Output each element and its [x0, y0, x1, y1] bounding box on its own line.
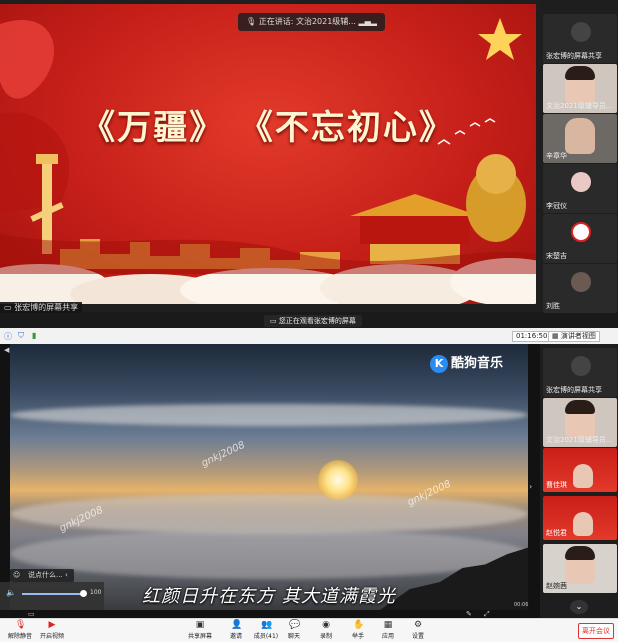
no-entry-avatar [571, 222, 591, 242]
screen-icon: ▭ [270, 317, 279, 325]
video-button[interactable]: ▶ 开启视频 [32, 620, 72, 640]
camera-off-icon: ▶ [48, 620, 56, 630]
viewing-notice-text: 您正在观看张宏博的屏幕 [278, 317, 356, 325]
participant-video [573, 464, 593, 488]
microphone-icon: 🎙 [246, 17, 259, 26]
cloud-layer [10, 529, 528, 579]
shield-icon[interactable]: ⛉ [18, 331, 24, 341]
person-add-icon: 👤 [231, 620, 243, 630]
participant-tile[interactable]: 文治2021级辅导员... [543, 398, 617, 447]
avatar [571, 272, 591, 292]
lyrics-line: 红颜日升在东方 其大道满霞光 [142, 586, 396, 607]
apps-icon: ▦ [383, 620, 393, 630]
gear-icon: ⚙ [413, 620, 423, 630]
avatar [571, 22, 591, 42]
participant-tile[interactable]: 辛章华 [543, 114, 617, 163]
mute-button-label: 解除静音 [7, 633, 32, 640]
comment-input[interactable]: ☺ 说点什么... ‹ [10, 569, 74, 582]
participant-video [573, 512, 593, 536]
kugou-brand: K 酷狗音乐 [430, 352, 503, 374]
speaker-indicator: 🎙 正在讲话: 文治2021级辅... ▂▄▂ [238, 13, 385, 31]
leave-meeting-button[interactable]: 离开会议 [578, 623, 614, 639]
chevron-left-icon: ‹ [65, 571, 68, 579]
participant-list-bottom: 张宏博的屏幕共享 文治2021级辅导员... 曹佳琪 赵悦君 赵婉茜 ⌄ [540, 344, 618, 618]
record-icon: ◉ [322, 620, 330, 630]
video-time: 00:06 [514, 602, 529, 608]
microphone-muted-icon: 🎙 [15, 620, 27, 630]
kugou-logo-icon: K [430, 354, 448, 373]
raise-hand-button-label: 举手 [351, 633, 364, 640]
comment-placeholder: 说点什么... [28, 571, 63, 579]
participant-name: 宋楚吉 [546, 252, 567, 260]
view-mode-label: 演讲者视图 [560, 332, 596, 340]
participant-tile[interactable]: 赵婉茜 [543, 544, 617, 593]
signal-icon: ▮ [32, 331, 37, 340]
grid-icon: ▦ [552, 332, 561, 340]
participant-tile[interactable]: 李冠仪 [543, 164, 617, 213]
avatar [571, 356, 591, 376]
monitor-icon: ▭ [4, 303, 15, 312]
participant-tile[interactable]: 赵悦君 [543, 496, 617, 540]
participant-video-hair [565, 66, 595, 80]
participant-name: 曹佳琪 [546, 481, 567, 489]
participant-tile[interactable]: 曹佳琪 [543, 448, 617, 492]
participant-name: 赵婉茜 [546, 582, 567, 590]
invite-button-label: 邀请 [229, 633, 242, 640]
edit-icon[interactable]: ✎ [466, 610, 472, 618]
participant-name: 刘胜 [546, 302, 560, 310]
participant-video [565, 118, 595, 154]
chat-icon: 💬 [289, 620, 301, 630]
sun-image [318, 460, 358, 500]
screen-share-icon: ▣ [195, 620, 205, 630]
settings-button[interactable]: ⚙ 设置 [398, 620, 438, 640]
participant-name: 赵悦君 [546, 529, 567, 537]
screen: 《万疆》 《不忘初心》 🎙 正在讲话: 文治2021级辅... ▂▄▂ ▭ 张宏… [0, 0, 618, 642]
settings-button-label: 设置 [411, 633, 424, 640]
record-button-label: 录制 [319, 633, 332, 640]
slide-decoration [0, 18, 536, 304]
participant-tile[interactable]: 刘胜 [543, 264, 617, 313]
presentation-slide: 《万疆》 《不忘初心》 [0, 4, 536, 304]
audio-wave-icon: ▂▄▂ [358, 17, 377, 26]
speaker-status-text: 正在讲话: 文治2021级辅... [258, 17, 356, 26]
participant-tile[interactable]: 张宏博的屏幕共享 [543, 348, 617, 397]
caption-icon[interactable]: ▭ [28, 610, 35, 618]
info-icon[interactable]: ⓘ [4, 331, 12, 342]
video-button-label: 开启视频 [39, 633, 64, 640]
participant-tile[interactable]: 文治2021级辅导员... [543, 64, 617, 113]
chevron-down-icon[interactable]: ⌄ [570, 600, 588, 614]
cloud-layer [10, 404, 528, 426]
participant-name: 辛章华 [546, 152, 567, 160]
kugou-name: 酷狗音乐 [451, 356, 504, 371]
shared-screen-area: 《万疆》 《不忘初心》 🎙 正在讲话: 文治2021级辅... ▂▄▂ ▭ 张宏… [0, 0, 540, 313]
share-screen-button[interactable]: ▣ 共享屏幕 [180, 620, 220, 640]
participant-video-hair [565, 546, 595, 560]
meeting-timer: 01:16:50 [512, 331, 552, 342]
people-icon: 👥 [261, 620, 273, 630]
share-screen-button-label: 共享屏幕 [187, 633, 212, 640]
hand-icon: ✋ [353, 620, 365, 630]
participant-name: 张宏博的屏幕共享 [546, 52, 602, 60]
next-arrow-icon[interactable]: › [529, 482, 532, 491]
chat-button-label: 聊天 [287, 633, 300, 640]
participant-video-hair [565, 400, 595, 414]
watermark: gnkj2008 [199, 439, 247, 470]
participant-name: 张宏博的屏幕共享 [546, 386, 602, 394]
apps-button-label: 应用 [381, 633, 394, 640]
participant-name: 李冠仪 [546, 202, 567, 210]
share-owner-text: 张宏博的屏幕共享 [14, 303, 79, 312]
back-arrow-icon[interactable]: ◀ [4, 346, 9, 354]
participant-tile[interactable]: 宋楚吉 [543, 214, 617, 263]
music-video[interactable]: gnkj2008 gnkj2008 gnkj2008 [10, 344, 528, 610]
view-mode-button[interactable]: ▦ 演讲者视图 [548, 331, 600, 342]
slide-title: 《万疆》 《不忘初心》 [81, 108, 455, 148]
viewing-notice: ▭ 您正在观看张宏博的屏幕 [264, 315, 362, 327]
emoji-icon: ☺ [13, 571, 21, 579]
participant-tile[interactable]: 张宏博的屏幕共享 [543, 14, 617, 63]
participant-name: 文治2021级辅导员... [546, 102, 613, 110]
share-owner-label: ▭ 张宏博的屏幕共享 [0, 302, 83, 313]
participant-name: 文治2021级辅导员... [546, 436, 613, 444]
participant-list-top: 张宏博的屏幕共享 文治2021级辅导员... 辛章华 李冠仪 宋楚吉 刘胜 [540, 0, 618, 313]
avatar [571, 172, 591, 192]
